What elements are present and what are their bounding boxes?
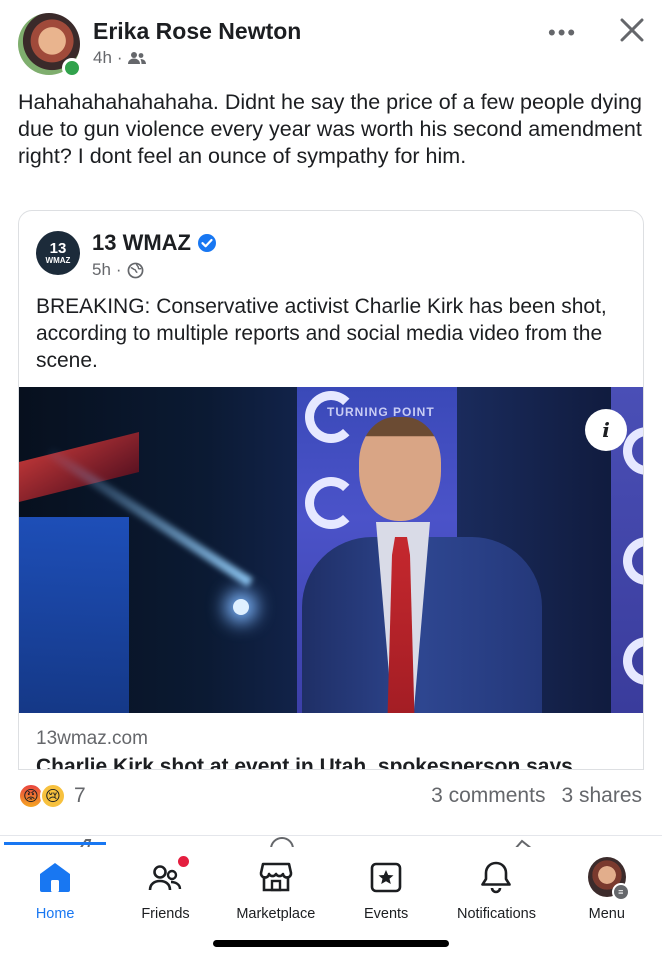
tab-friends[interactable]: Friends [110,846,220,926]
post-text: Hahahahahahahaha. Didnt he say the price… [18,90,642,168]
tab-home[interactable]: Home [0,846,110,926]
comments-count[interactable]: 3 comments [431,784,545,808]
shared-post-text: BREAKING: Conservative activist Charlie … [36,295,607,372]
page-logo[interactable]: 13 WMAZ [36,231,80,275]
banner-text: TURNING POINT [327,405,435,419]
online-status-dot [62,58,82,78]
tab-label: Notifications [456,906,536,922]
reaction-count: 7 [74,784,86,807]
tab-notifications[interactable]: Notifications [441,846,551,926]
page-name[interactable]: 13 WMAZ [92,230,191,256]
close-icon[interactable] [616,14,648,46]
home-indicator[interactable] [213,940,449,947]
active-tab-indicator [4,842,106,845]
bottom-tab-bar: Home Friends Marketplace Events Notifica… [0,846,662,926]
tab-marketplace[interactable]: Marketplace [221,846,331,926]
sad-reaction-icon: 😢 [40,783,66,809]
more-options-button[interactable]: ••• [548,20,577,46]
bell-icon [477,858,515,896]
shares-count[interactable]: 3 shares [561,784,642,808]
banner-logo-arc [305,477,357,529]
notification-dot [176,854,192,869]
banner-logo-arc [623,537,643,585]
logo-text: WMAZ [45,256,71,265]
tab-label: Events [363,906,409,922]
logo-number: 13 [49,240,67,257]
marketplace-icon [257,858,295,896]
events-icon [367,858,405,896]
globe-icon [127,262,144,278]
tab-label: Menu [588,906,625,922]
tab-label: Friends [141,906,190,922]
article-image[interactable]: TURNING POINT i [19,387,643,713]
post-meta: 4h · [93,48,146,68]
friends-audience-icon [127,52,146,64]
person-head [359,417,441,521]
banner-logo-arc [623,637,643,685]
verified-badge-icon [198,234,216,252]
post-header: Erika Rose Newton 4h · ••• [18,10,644,80]
article-domain: 13wmaz.com [36,728,148,749]
shared-post-meta: 5h · [92,260,144,280]
tab-menu[interactable]: ≡ Menu [552,846,662,926]
tab-events[interactable]: Events [331,846,441,926]
page-name-row: 13 WMAZ [92,230,217,256]
menu-avatar-wrapper: ≡ [587,857,630,901]
shared-post-card[interactable]: 13 WMAZ 13 WMAZ 5h · BREAKING: Conservat… [18,210,644,770]
engagement-stats: 3 comments 3 shares [431,784,642,808]
avatar: ≡ [587,857,630,901]
reactions-summary[interactable]: 😡 😢 7 [18,783,86,809]
stage-wall [19,517,129,713]
post-time[interactable]: 4h [93,48,112,68]
home-icon [36,858,74,896]
spotlight [233,599,249,615]
meta-separator: · [116,48,123,67]
info-button[interactable]: i [585,409,627,451]
tab-label: Marketplace [236,906,316,922]
meta-separator: · [115,260,122,279]
shared-post-time[interactable]: 5h [92,260,111,280]
author-name[interactable]: Erika Rose Newton [93,18,301,45]
menu-icon: ≡ [611,883,630,901]
article-title[interactable]: Charlie Kirk shot at event in Utah, spok… [36,755,573,769]
tab-label: Home [35,906,75,922]
